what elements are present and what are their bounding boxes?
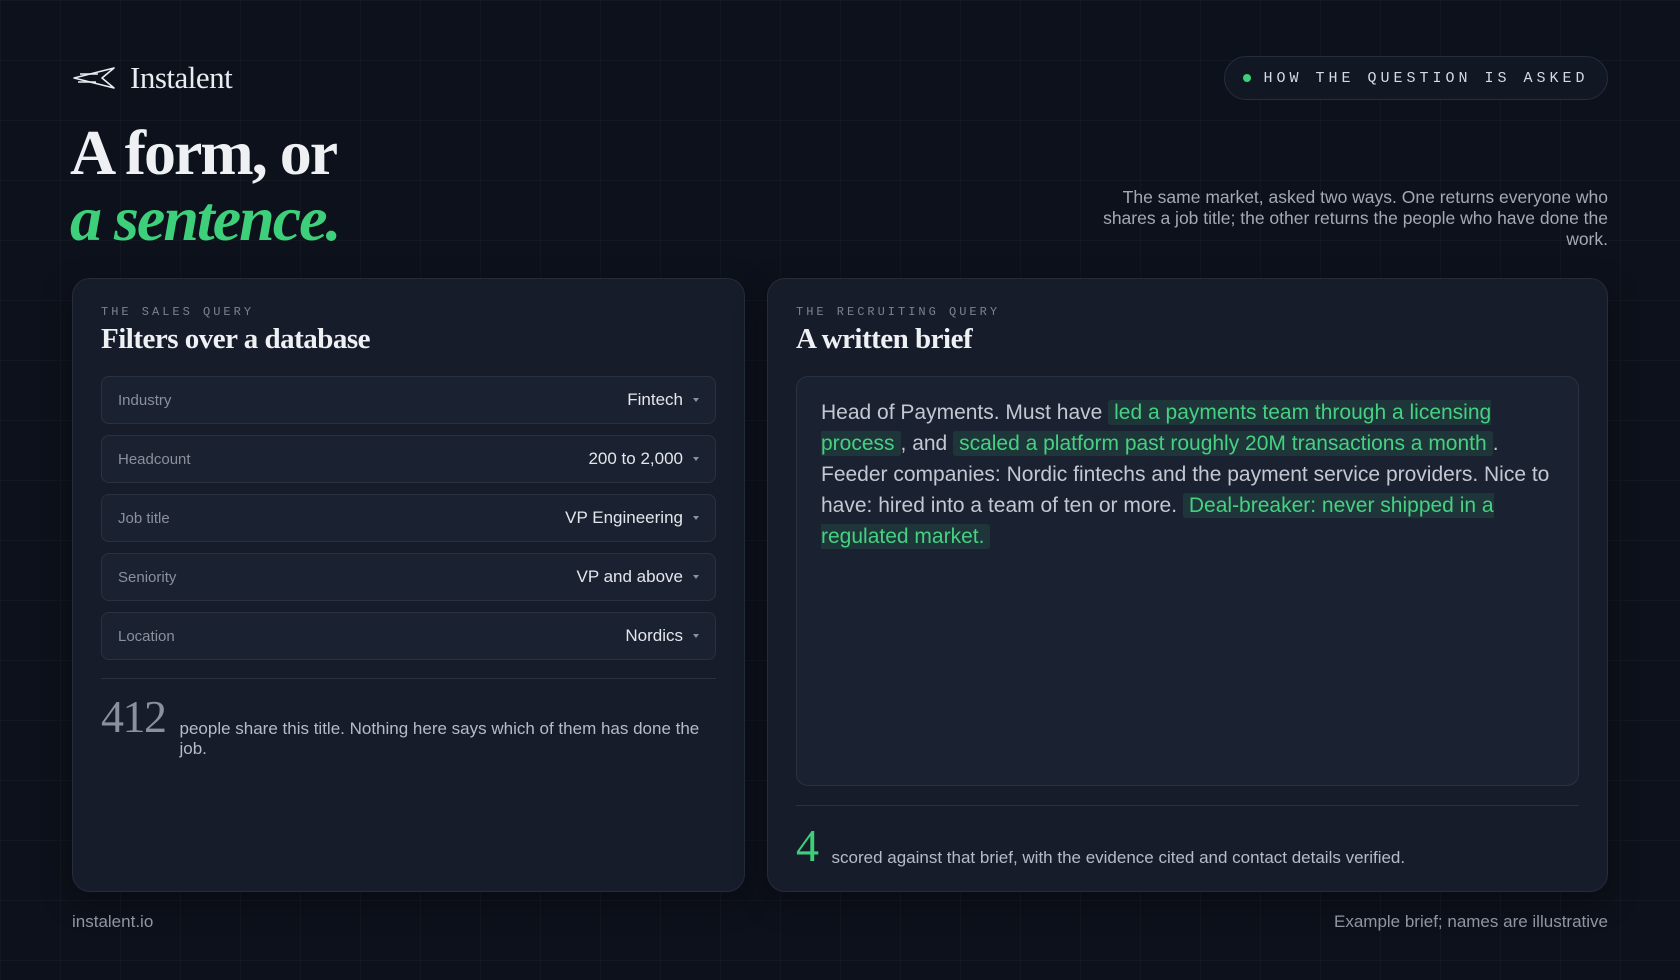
- logo-icon: [72, 65, 116, 91]
- divider: [796, 805, 1579, 806]
- recruiting-result: 4 scored against that brief, with the ev…: [796, 822, 1556, 870]
- result-count: 412: [101, 691, 167, 742]
- filter-label: Seniority: [118, 568, 177, 586]
- card-kicker: THE RECRUITING QUERY: [796, 305, 1001, 319]
- filter-industry[interactable]: Industry Fintech: [101, 376, 716, 424]
- card-kicker: THE SALES QUERY: [101, 305, 255, 319]
- filter-location[interactable]: Location Nordics: [101, 612, 716, 660]
- brief-highlight: scaled a platform past roughly 20M trans…: [953, 431, 1493, 456]
- result-text: scored against that brief, with the evid…: [831, 848, 1406, 867]
- filter-label: Location: [118, 627, 175, 645]
- filter-label: Industry: [118, 391, 172, 409]
- footer-note: Example brief; names are illustrative: [1333, 912, 1608, 931]
- filter-value: 200 to 2,000: [588, 449, 683, 468]
- recruiting-query-card: THE RECRUITING QUERY A written brief Hea…: [767, 278, 1608, 892]
- filter-job-title[interactable]: Job title VP Engineering: [101, 494, 716, 542]
- brief-text: , and: [900, 432, 954, 455]
- site-link[interactable]: instalent.io: [72, 912, 153, 932]
- intro-text: The same market, asked two ways. One ret…: [1103, 187, 1608, 249]
- filter-headcount[interactable]: Headcount 200 to 2,000: [101, 435, 716, 483]
- chevron-down-icon: [693, 516, 699, 520]
- sales-query-card: THE SALES QUERY Filters over a database …: [72, 278, 745, 892]
- page-title-line2: a sentence.: [70, 183, 341, 254]
- brand-name: Instalent: [130, 60, 233, 95]
- chevron-down-icon: [693, 398, 699, 402]
- filter-value: VP Engineering: [565, 508, 683, 527]
- brief-text: Head of Payments. Must have: [821, 401, 1109, 424]
- result-count: 4: [796, 820, 819, 871]
- brand[interactable]: Instalent: [72, 60, 233, 96]
- sales-result: 412 people share this title. Nothing her…: [101, 691, 701, 759]
- divider: [101, 678, 716, 679]
- filter-list: Industry Fintech Headcount 200 to 2,000 …: [101, 376, 716, 671]
- filter-label: Headcount: [118, 450, 191, 468]
- chevron-down-icon: [693, 457, 699, 461]
- page-title-line1: A form, or: [70, 117, 338, 188]
- card-title: Filters over a database: [101, 323, 371, 355]
- chevron-down-icon: [693, 575, 699, 579]
- filter-value: Nordics: [625, 626, 683, 645]
- filter-value: VP and above: [576, 567, 684, 586]
- card-title: A written brief: [796, 323, 973, 355]
- chevron-down-icon: [693, 634, 699, 638]
- status-dot: [1243, 74, 1252, 82]
- result-text: people share this title. Nothing here sa…: [179, 719, 700, 758]
- brief-textarea[interactable]: Head of Payments. Must have led a paymen…: [796, 376, 1579, 786]
- page-title: A form, or a sentence.: [70, 117, 341, 254]
- filter-value: Fintech: [627, 390, 683, 409]
- filter-seniority[interactable]: Seniority VP and above: [101, 553, 716, 601]
- filter-label: Job title: [118, 509, 170, 527]
- section-badge: HOW THE QUESTION IS ASKED: [1224, 56, 1608, 100]
- section-badge-label: HOW THE QUESTION IS ASKED: [1263, 69, 1589, 87]
